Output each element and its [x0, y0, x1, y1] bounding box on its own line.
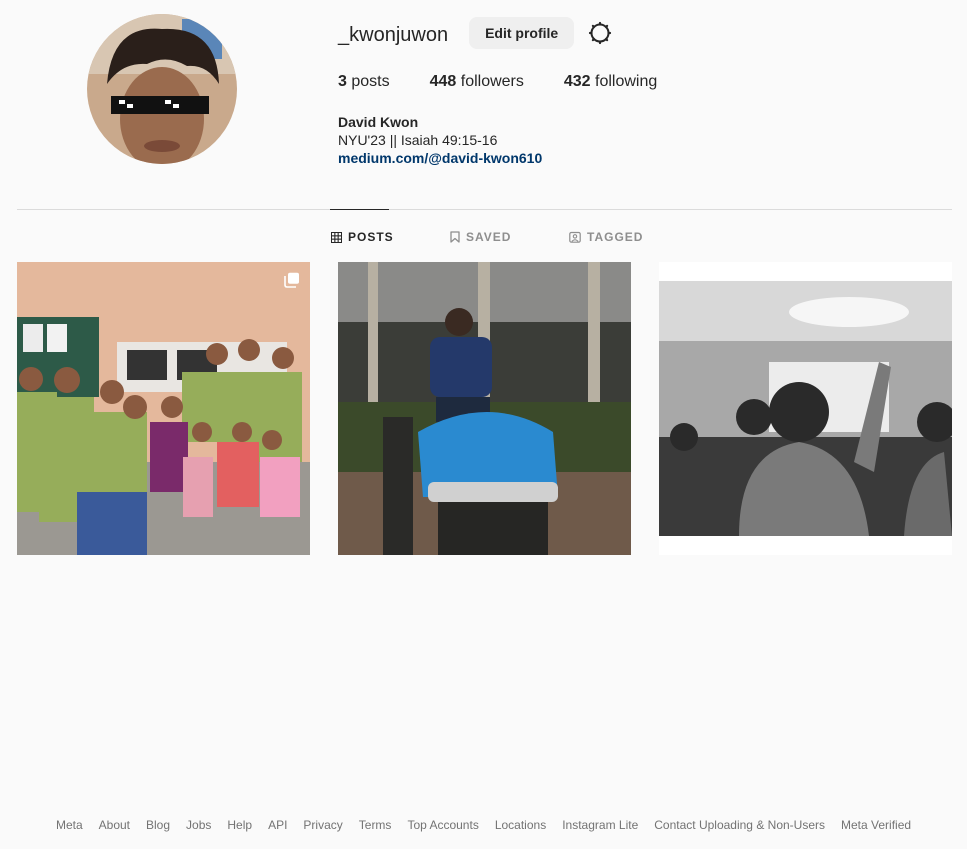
- followers-label: followers: [456, 73, 524, 90]
- post-1-image: [17, 262, 310, 555]
- post-3-image: [659, 262, 952, 555]
- full-name: David Kwon: [338, 114, 419, 130]
- tab-posts[interactable]: POSTS: [331, 228, 394, 246]
- bio-text: NYU'23 || Isaiah 49:15-16: [338, 132, 498, 148]
- post-1[interactable]: [17, 262, 310, 555]
- bio: David Kwon NYU'23 || Isaiah 49:15-16 med…: [338, 113, 542, 167]
- footer-link[interactable]: Help: [227, 818, 252, 832]
- footer-link[interactable]: Blog: [146, 818, 170, 832]
- tab-tagged-label: TAGGED: [587, 230, 644, 244]
- post-2[interactable]: [338, 262, 631, 555]
- footer-link[interactable]: Locations: [495, 818, 546, 832]
- tab-saved-label: SAVED: [466, 230, 512, 244]
- footer-link[interactable]: Privacy: [303, 818, 342, 832]
- username: _kwonjuwon: [338, 24, 449, 46]
- avatar[interactable]: [87, 14, 237, 164]
- footer-link[interactable]: About: [99, 818, 130, 832]
- post-3[interactable]: [659, 262, 952, 555]
- posts-count: 3: [338, 73, 347, 90]
- bio-link[interactable]: medium.com/@david-kwon610: [338, 149, 542, 167]
- user-row: _kwonjuwon Edit profile: [338, 17, 612, 49]
- footer-link[interactable]: Contact Uploading & Non-Users: [654, 818, 825, 832]
- profile-stats: 3 posts 448 followers 432 following: [338, 73, 697, 91]
- footer-link[interactable]: Jobs: [186, 818, 211, 832]
- grid-icon: [331, 231, 342, 243]
- tag-icon: [569, 231, 581, 243]
- tab-saved[interactable]: SAVED: [450, 228, 511, 246]
- tabs-divider: [17, 209, 952, 210]
- profile-page: _kwonjuwon Edit profile 3 posts 448 foll…: [0, 0, 967, 849]
- posts-stat: 3 posts: [338, 73, 390, 91]
- footer-link[interactable]: Instagram Lite: [562, 818, 638, 832]
- footer-link[interactable]: Meta Verified: [841, 818, 911, 832]
- following-label: following: [590, 73, 658, 90]
- footer-link[interactable]: Top Accounts: [407, 818, 478, 832]
- post-2-image: [338, 262, 631, 555]
- footer-link[interactable]: Meta: [56, 818, 83, 832]
- tab-posts-label: POSTS: [348, 230, 394, 244]
- footer-link[interactable]: Terms: [359, 818, 392, 832]
- active-tab-indicator: [330, 209, 389, 210]
- followers-stat[interactable]: 448 followers: [430, 73, 524, 91]
- posts-label: posts: [346, 73, 390, 90]
- footer-link[interactable]: API: [268, 818, 287, 832]
- settings-gear-icon[interactable]: [588, 21, 612, 45]
- footer: Meta About Blog Jobs Help API Privacy Te…: [0, 818, 967, 832]
- bookmark-icon: [450, 231, 460, 243]
- tab-tagged[interactable]: TAGGED: [569, 228, 643, 246]
- multiple-posts-icon: [284, 272, 300, 288]
- edit-profile-button[interactable]: Edit profile: [469, 17, 575, 49]
- following-stat[interactable]: 432 following: [564, 73, 657, 91]
- following-count: 432: [563, 73, 591, 90]
- followers-count: 448: [429, 73, 457, 90]
